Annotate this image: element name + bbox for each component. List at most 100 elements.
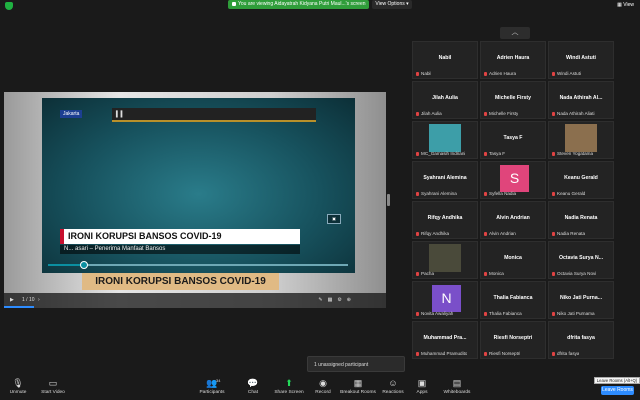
breakout-rooms-button[interactable]: ▦ Breakout Rooms — [338, 378, 378, 395]
participant-label: Steven Yogatama — [552, 151, 593, 156]
reactions-icon: ☺ — [388, 378, 398, 388]
viewing-screen-banner: You are viewing Aidayatrah Kidyana Putri… — [228, 0, 369, 9]
participant-tile[interactable]: Alvin Andrian Alvin Andrian — [480, 201, 546, 239]
slide-tools[interactable]: ✎▦⚙⊕ — [318, 293, 356, 308]
participant-tile[interactable]: S Syfella Nadia — [480, 161, 546, 199]
chat-icon: 💬 — [247, 378, 259, 388]
participant-label-text: Nadia Renata — [557, 231, 586, 236]
next-icon[interactable]: › — [38, 293, 40, 308]
participants-count: 34 — [216, 378, 221, 383]
participant-tile[interactable]: Thalia Fabianca Thalia Fabianca — [480, 281, 546, 319]
mic-muted-icon — [484, 351, 487, 356]
shield-icon[interactable] — [5, 2, 13, 10]
pen-icon[interactable]: ✎ — [318, 297, 327, 303]
viewing-text: You are viewing Aidayatrah Kidyana Putri… — [238, 1, 366, 7]
participant-tile[interactable]: MC_Gamasih Indriani — [412, 121, 478, 159]
unassigned-participants-notice[interactable]: 1 unassigned participant — [307, 356, 405, 372]
participant-tile[interactable]: dfrita fasya dfrita fasya — [548, 321, 614, 359]
zoom-icon[interactable]: ⊕ — [347, 297, 356, 303]
mic-muted-icon — [552, 111, 555, 116]
participant-label-text: Riesfi Norseptri — [489, 351, 521, 356]
whiteboards-button[interactable]: ▤ Whiteboards — [441, 378, 473, 395]
participant-tile[interactable]: Nadia Renata Nadia Renata — [548, 201, 614, 239]
participant-label-text: Novita Awaliyah — [421, 311, 454, 316]
settings-icon[interactable]: ⚙ — [337, 297, 346, 303]
video-progress-bar[interactable] — [48, 261, 348, 269]
participant-tile[interactable]: Niko Jati Purna... Niko Jati Purnama — [548, 281, 614, 319]
mic-muted-icon — [484, 151, 487, 156]
share-screen-button[interactable]: ⬆ Share Screen — [273, 378, 305, 395]
whiteboards-label: Whiteboards — [443, 390, 471, 395]
gallery-scroll-up-button[interactable]: ︿ — [500, 27, 530, 39]
participant-tile[interactable]: Riesfi Norseptri Riesfi Norseptri — [480, 321, 546, 359]
share-screen-icon: ⬆ — [285, 378, 293, 388]
zoom-meeting-window: You are viewing Aidayatrah Kidyana Putri… — [0, 0, 640, 400]
record-label: Record — [315, 390, 331, 395]
mic-muted-icon — [416, 111, 419, 116]
mic-muted-icon — [416, 71, 419, 76]
participant-tile[interactable]: Tasya F Tasya F — [480, 121, 546, 159]
video-progress-knob[interactable] — [80, 261, 88, 269]
participant-tile[interactable]: Monica Monica — [480, 241, 546, 279]
participant-video — [429, 124, 461, 152]
participant-tile[interactable]: Windi Astuti Windi Astuti — [548, 41, 614, 79]
mic-muted-icon — [484, 271, 487, 276]
participant-avatar: N — [432, 285, 461, 312]
participant-tile[interactable]: Octavia Surya N... Octavia Surya Novi — [548, 241, 614, 279]
participant-name: Alvin Andrian — [496, 215, 530, 221]
participant-label-text: Alvin Andrian — [489, 231, 516, 236]
meeting-toolbar: 🎙 Unmute ▭ Start Video 👥 Participants 34 💬 C… — [0, 376, 640, 400]
participant-label: Nada Athirah Aliati — [552, 111, 595, 116]
shared-screen[interactable]: ▍▍ Jakarta ▣ IRONI KORUPSI BANSOS COVID-… — [4, 92, 386, 308]
apps-button[interactable]: ▣ Apps — [414, 378, 430, 395]
view-button[interactable]: ▦ View — [617, 2, 634, 8]
participant-label: dfrita fasya — [552, 351, 579, 356]
participant-name: Rifqy Andhika — [427, 215, 463, 221]
participant-label-text: Windi Astuti — [557, 71, 581, 76]
chat-button[interactable]: 💬 Chat — [244, 378, 262, 395]
participant-tile[interactable]: Nabil Nabil — [412, 41, 478, 79]
participant-label: Pacha — [416, 271, 434, 276]
reactions-button[interactable]: ☺ Reactions — [381, 378, 405, 395]
participant-name: Keanu Gerald — [564, 175, 598, 181]
grid-icon[interactable]: ▦ — [328, 297, 338, 303]
participants-button[interactable]: 👥 Participants 34 — [196, 378, 228, 395]
participant-tile[interactable]: Muhammad Pra... Muhammad Pramudito — [412, 321, 478, 359]
split-resize-handle[interactable] — [387, 194, 390, 206]
participant-name: Adrien Haura — [496, 55, 530, 61]
view-options-button[interactable]: View Options ▾ — [372, 0, 412, 9]
participant-label-text: Adrien Haura — [489, 71, 517, 76]
participant-label-text: Monica — [489, 271, 504, 276]
unmute-label: Unmute — [9, 390, 27, 395]
participant-tile[interactable]: Adrien Haura Adrien Haura — [480, 41, 546, 79]
participant-label: Nabil — [416, 71, 431, 76]
participant-name: Muhammad Pra... — [423, 335, 467, 341]
record-button[interactable]: ◉ Record — [313, 378, 333, 395]
participant-tile[interactable]: N Novita Awaliyah — [412, 281, 478, 319]
screen-share-icon — [232, 1, 236, 6]
channel-logo-icon: ▣ — [327, 214, 341, 224]
participant-tile[interactable]: Rifqy Andhika Rifqy Andhika — [412, 201, 478, 239]
leave-rooms-button[interactable]: Leave Rooms — [601, 386, 634, 395]
participant-name: Riesfi Norseptri — [493, 335, 533, 341]
participant-name: Monica — [504, 255, 522, 261]
apps-icon: ▣ — [417, 378, 427, 388]
participants-label: Participants — [199, 390, 225, 395]
location-tag: Jakarta — [60, 110, 83, 118]
participant-tile[interactable]: Steven Yogatama — [548, 121, 614, 159]
participant-label-text: Syahrani Alemina — [421, 191, 457, 196]
participant-tile[interactable]: Jilah Aulia Jilah Aulia — [412, 81, 478, 119]
participant-label: Jilah Aulia — [416, 111, 442, 116]
participant-tile[interactable]: Syahrani Alemina Syahrani Alemina — [412, 161, 478, 199]
participant-label: Tasya F — [484, 151, 505, 156]
participant-tile[interactable]: Keanu Gerald Keanu Gerald — [548, 161, 614, 199]
participant-label-text: Tasya F — [489, 151, 506, 156]
participant-label-text: Pacha — [421, 271, 435, 276]
unmute-button[interactable]: 🎙 Unmute — [6, 378, 30, 395]
mic-muted-icon: 🎙 — [12, 378, 24, 388]
participant-tile[interactable]: Nada Athirah Al... Nada Athirah Aliati — [548, 81, 614, 119]
participant-tile[interactable]: Michelle Firsty Michelle Firsty — [480, 81, 546, 119]
participant-tile[interactable]: Pacha — [412, 241, 478, 279]
participant-name: Niko Jati Purna... — [559, 295, 603, 301]
start-video-button[interactable]: ▭ Start Video — [38, 378, 68, 395]
